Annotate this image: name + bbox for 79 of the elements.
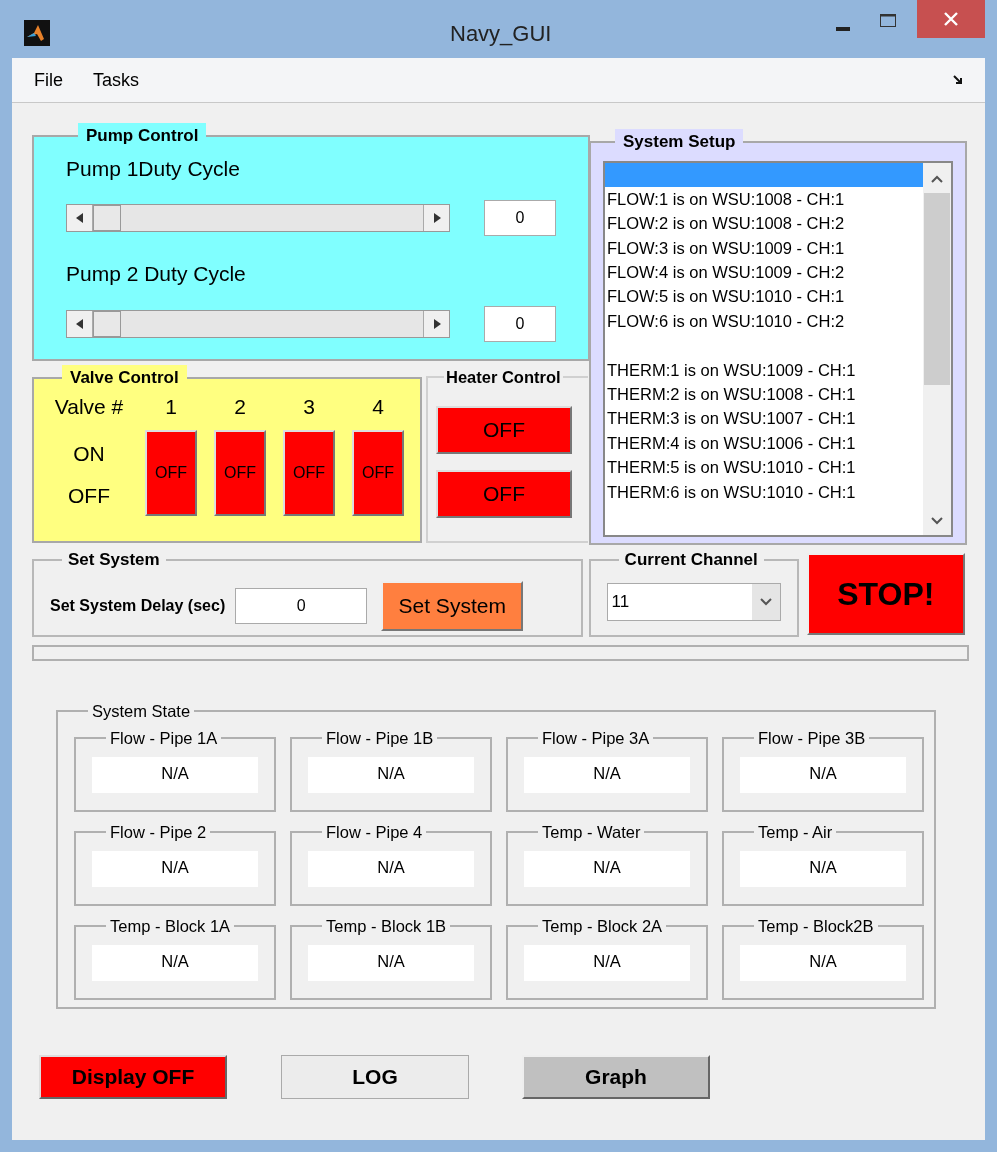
list-box[interactable] xyxy=(603,160,953,537)
scrollbar[interactable] xyxy=(923,162,951,535)
chevron-down-icon[interactable] xyxy=(931,516,943,525)
valve-toggle[interactable]: OFF xyxy=(214,430,266,516)
heater-toggle[interactable]: OFF xyxy=(436,469,572,518)
channel-dropdown[interactable]: 11 xyxy=(606,582,781,621)
readout-label: Temp - Block 1A xyxy=(109,915,232,937)
window-title: Navy_GUI xyxy=(450,20,552,48)
value-field[interactable]: 0 xyxy=(484,305,556,342)
set-system-button[interactable]: Set System xyxy=(381,580,524,631)
valve-toggle[interactable]: OFF xyxy=(283,430,335,516)
close-button[interactable] xyxy=(917,0,985,38)
readout-value: N/A xyxy=(308,850,474,887)
readout-label: Temp - Block 1B xyxy=(325,915,448,937)
column-label: Valve # xyxy=(54,393,124,420)
readout-value: N/A xyxy=(524,850,690,887)
readout-label: Temp - Block2B xyxy=(757,915,875,937)
readout-value: N/A xyxy=(308,944,474,981)
readout-value: N/A xyxy=(524,944,690,981)
readout-label: Temp - Air xyxy=(757,821,834,843)
valve-toggle[interactable]: OFF xyxy=(352,430,404,516)
list-item[interactable]: THERM:1 is on WSU:1009 - CH:1 xyxy=(605,357,923,382)
chevron-up-icon[interactable] xyxy=(931,174,943,183)
readout-value: N/A xyxy=(308,756,474,793)
readout-value: N/A xyxy=(524,756,690,793)
readout-value: N/A xyxy=(740,944,906,981)
list-item[interactable]: FLOW:2 is on WSU:1008 - CH:2 xyxy=(605,211,923,236)
readout-value: N/A xyxy=(740,850,906,887)
action-button[interactable]: Graph xyxy=(522,1055,710,1099)
list-item[interactable]: THERM:5 is on WSU:1010 - CH:1 xyxy=(605,455,923,480)
action-button[interactable]: LOG xyxy=(281,1055,469,1099)
list-item[interactable]: THERM:4 is on WSU:1006 - CH:1 xyxy=(605,430,923,456)
list-item[interactable]: FLOW:4 is on WSU:1009 - CH:2 xyxy=(605,260,923,285)
readout-value: N/A xyxy=(92,756,258,793)
readout-value: N/A xyxy=(92,944,258,981)
list-item[interactable]: THERM:6 is on WSU:1010 - CH:1 xyxy=(605,479,923,504)
heater-toggle[interactable]: OFF xyxy=(436,405,572,454)
readout-label: Temp - Block 2A xyxy=(541,915,664,937)
readout-label: Flow - Pipe 4 xyxy=(325,821,424,843)
valve-number: 1 xyxy=(165,393,177,420)
slider-label: Pump 2 Duty Cycle xyxy=(66,261,247,287)
readout-label: Flow - Pipe 1A xyxy=(109,727,219,749)
value-field[interactable]: 0 xyxy=(484,200,556,236)
panel-title: Set System xyxy=(67,549,161,571)
list-item[interactable]: FLOW:3 is on WSU:1009 - CH:1 xyxy=(605,235,923,261)
valve-number: 4 xyxy=(372,393,384,420)
readout-value: N/A xyxy=(92,850,258,887)
menu-item[interactable]: File xyxy=(34,66,63,94)
valve-number: 2 xyxy=(234,393,246,420)
panel-title: System State xyxy=(91,701,192,722)
action-button[interactable]: Display OFF xyxy=(39,1055,227,1099)
app-logo-icon xyxy=(24,20,50,46)
readout-label: Temp - Water xyxy=(541,821,642,843)
list-item[interactable]: FLOW:1 is on WSU:1008 - CH:1 xyxy=(605,186,923,212)
list-item[interactable]: FLOW:6 is on WSU:1010 - CH:2 xyxy=(605,308,923,334)
panel-title: Current Channel xyxy=(623,549,759,571)
chevron-down-icon xyxy=(759,597,772,606)
valve-number: 3 xyxy=(303,393,315,420)
readout-value: N/A xyxy=(740,756,906,793)
close-icon xyxy=(944,12,958,26)
readout-label: Flow - Pipe 3B xyxy=(757,727,867,749)
readout-label: Flow - Pipe 3A xyxy=(541,727,651,749)
valve-toggle[interactable]: OFF xyxy=(145,430,197,516)
row-label: ON xyxy=(73,441,105,467)
list-item[interactable]: THERM:2 is on WSU:1008 - CH:1 xyxy=(605,382,923,407)
readout-label: Flow - Pipe 1B xyxy=(325,727,435,749)
slider-label: Pump 1Duty Cycle xyxy=(66,155,241,182)
delay-field[interactable]: 0 xyxy=(235,587,368,624)
stop-button[interactable]: STOP! xyxy=(806,553,965,635)
list-item[interactable]: FLOW:5 is on WSU:1010 - CH:1 xyxy=(605,284,923,309)
scrollbar-thumb[interactable] xyxy=(924,192,950,385)
panel-title: Heater Control xyxy=(445,367,562,388)
list-item[interactable]: THERM:3 is on WSU:1007 - CH:1 xyxy=(605,406,923,431)
menu-item[interactable]: Tasks xyxy=(93,66,140,94)
dock-arrow-icon[interactable] xyxy=(953,75,963,85)
row-label: OFF xyxy=(68,482,110,509)
maximize-icon[interactable] xyxy=(880,14,896,27)
readout-label: Flow - Pipe 2 xyxy=(109,821,208,843)
field-label: Set System Delay (sec) xyxy=(50,595,226,616)
